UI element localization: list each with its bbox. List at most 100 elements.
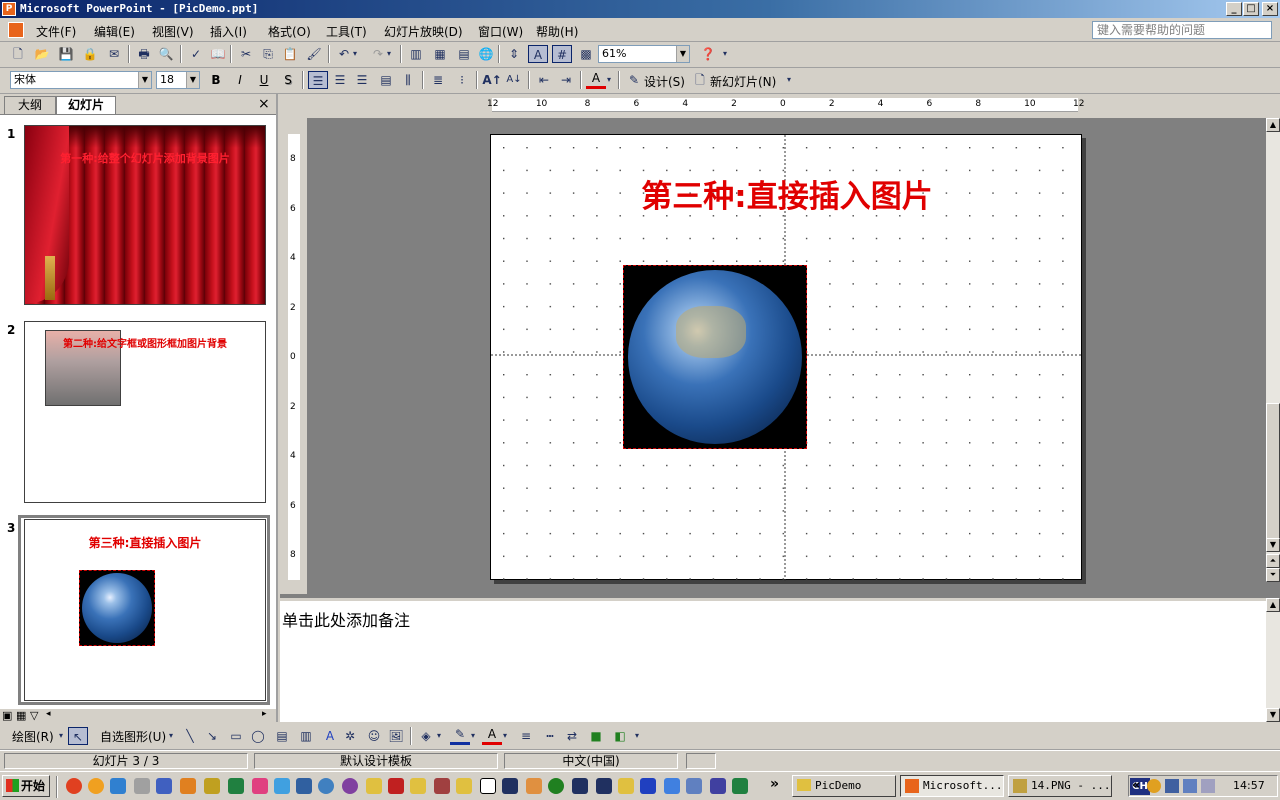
slideshow-view-icon[interactable]: ▽ (30, 709, 38, 722)
3d-style-icon[interactable]: ◧ (610, 727, 630, 745)
font-color-icon[interactable]: A (586, 71, 606, 89)
app-icon[interactable] (134, 778, 150, 794)
taskbar-button-picdemo[interactable]: PicDemo (792, 775, 896, 797)
design-button[interactable]: 设计(S) (644, 73, 685, 90)
chevron-down-icon[interactable]: ▾ (166, 727, 176, 745)
line-style-icon[interactable]: ≡ (516, 727, 536, 745)
notes-placeholder[interactable]: 单击此处添加备注 (282, 607, 410, 631)
menu-slideshow[interactable]: 幻灯片放映(D) (384, 23, 463, 40)
toolbar-options-icon[interactable]: ▾ (632, 727, 642, 745)
toolbar-options-icon[interactable]: ▾ (720, 45, 730, 63)
word-icon[interactable] (710, 778, 726, 794)
rectangle-icon[interactable]: ▭ (226, 727, 246, 745)
shadow-button[interactable]: S (278, 71, 298, 89)
chevron-down-icon[interactable]: ▼ (186, 72, 199, 88)
copy-icon[interactable]: ⎘ (258, 45, 278, 63)
folder-icon[interactable] (618, 778, 634, 794)
arrow-style-icon[interactable]: ⇄ (562, 727, 582, 745)
network-icon[interactable] (1165, 779, 1179, 793)
help-icon[interactable]: ❓ (698, 45, 718, 63)
underline-button[interactable]: U (254, 71, 274, 89)
tables-borders-icon[interactable]: ▤ (454, 45, 474, 63)
color-grayscale-icon[interactable]: ▩ (576, 45, 596, 63)
normal-view-icon[interactable]: ▣ (2, 709, 12, 722)
menu-view[interactable]: 视图(V) (152, 23, 194, 40)
app-icon[interactable] (640, 778, 656, 794)
fill-color-icon[interactable]: ◈ (416, 727, 436, 745)
dreamweaver-icon[interactable] (228, 778, 244, 794)
taskbar-button-png[interactable]: 14.PNG - ... (1008, 775, 1112, 797)
email-icon[interactable]: ✉ (104, 45, 124, 63)
format-painter-icon[interactable]: 🖌 (304, 45, 324, 63)
cut-icon[interactable]: ✂ (236, 45, 256, 63)
numbering-icon[interactable]: ≣ (428, 71, 448, 89)
app-icon[interactable] (664, 778, 680, 794)
oval-icon[interactable]: ◯ (248, 727, 268, 745)
menu-tools[interactable]: 工具(T) (326, 23, 367, 40)
align-right-icon[interactable]: ☰ (352, 71, 372, 89)
show-hidden-icons[interactable]: « (1132, 778, 1140, 793)
print-preview-icon[interactable]: 🔍 (156, 45, 176, 63)
chevron-down-icon[interactable]: ▾ (56, 727, 66, 745)
bullets-icon[interactable]: ⁝ (452, 71, 472, 89)
font-name-combo[interactable]: 宋体 ▼ (10, 71, 152, 89)
slide-sorter-icon[interactable]: ▦ (16, 709, 26, 722)
chevron-down-icon[interactable]: ▼ (138, 72, 151, 88)
app-icon[interactable] (180, 778, 196, 794)
start-button[interactable]: 开始 (2, 775, 50, 797)
increase-indent-icon[interactable]: ⇥ (556, 71, 576, 89)
inserted-picture[interactable] (623, 265, 807, 449)
show-formatting-icon[interactable]: A (528, 45, 548, 63)
increase-font-icon[interactable]: A↑ (482, 71, 502, 89)
chrome-icon[interactable] (66, 778, 82, 794)
autoshapes-button[interactable]: 自选图形(U) (100, 728, 166, 745)
undo-dropdown-icon[interactable]: ▾ (350, 45, 360, 63)
insert-table-icon[interactable]: ▦ (430, 45, 450, 63)
taskbar-button-powerpoint[interactable]: Microsoft... (900, 775, 1004, 797)
slide-canvas[interactable]: 第三种:直接插入图片 (490, 134, 1083, 581)
help-question-input[interactable]: 键入需要帮助的问题 (1092, 21, 1272, 39)
notepad-icon[interactable] (480, 778, 496, 794)
align-left-icon[interactable]: ☰ (308, 71, 328, 89)
font-size-combo[interactable]: 18 ▼ (156, 71, 200, 89)
tab-outline[interactable]: 大纲 (4, 96, 56, 114)
select-pointer-icon[interactable]: ↖ (68, 727, 88, 745)
spelling-icon[interactable]: ✓ (186, 45, 206, 63)
scroll-thumb[interactable] (1266, 403, 1280, 543)
hyperlink-icon[interactable]: 🌐 (476, 45, 496, 63)
tree-icon[interactable] (548, 778, 564, 794)
slide-thumbnail-1[interactable]: 第一种:给整个幻灯片添加背景图片 (24, 125, 266, 305)
line-icon[interactable]: ╲ (180, 727, 200, 745)
notes-scrollbar[interactable]: ▲ ▼ (1266, 598, 1280, 722)
insert-chart-icon[interactable]: ▥ (406, 45, 426, 63)
slide-thumbnail-2[interactable]: 第二种:给文字框或图形框加图片背景 (24, 321, 266, 503)
app-icon[interactable] (318, 778, 334, 794)
vertical-scrollbar[interactable]: ▲ ▼ ⏶ ⏷ (1266, 118, 1280, 582)
open-icon[interactable]: 📂 (32, 45, 52, 63)
document-icon[interactable] (8, 22, 24, 38)
slide-thumbnail-3[interactable]: 第三种:直接插入图片 (24, 519, 266, 701)
app-icon[interactable] (156, 778, 172, 794)
new-slide-icon[interactable]: 🗋 (690, 71, 710, 89)
app-icon[interactable] (296, 778, 312, 794)
decrease-font-icon[interactable]: A↓ (504, 71, 524, 89)
scroll-down-icon[interactable]: ▼ (1266, 708, 1280, 722)
design-template[interactable]: 默认设计模板 (254, 753, 498, 769)
research-icon[interactable]: 📖 (208, 45, 228, 63)
draw-menu-button[interactable]: 绘图(R) (12, 728, 54, 745)
app-icon[interactable] (732, 778, 748, 794)
scroll-up-icon[interactable]: ▲ (1266, 598, 1280, 612)
textbox-icon[interactable]: ▤ (272, 727, 292, 745)
chevron-down-icon[interactable]: ▼ (676, 46, 689, 62)
next-slide-icon[interactable]: ⏷ (1266, 568, 1280, 582)
vertical-textbox-icon[interactable]: ▥ (296, 727, 316, 745)
new-icon[interactable]: 🗋 (8, 45, 28, 63)
dash-style-icon[interactable]: ┅ (540, 727, 560, 745)
scroll-left-icon[interactable]: ◂ (46, 709, 51, 719)
app-icon[interactable] (526, 778, 542, 794)
app-icon[interactable] (572, 778, 588, 794)
menu-edit[interactable]: 编辑(E) (94, 23, 135, 40)
network-icon[interactable] (1183, 779, 1197, 793)
decrease-indent-icon[interactable]: ⇤ (534, 71, 554, 89)
wordart-icon[interactable]: A (320, 727, 340, 745)
